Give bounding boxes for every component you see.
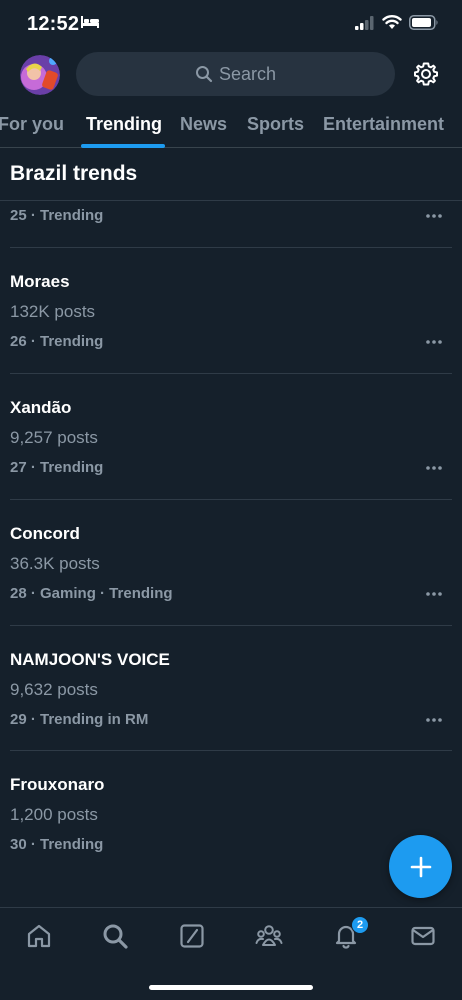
home-icon[interactable] [25,922,53,950]
more-options-icon[interactable] [425,717,443,723]
tab-bar: For you Trending News Sports Entertainme… [0,100,462,148]
tab-sports[interactable]: Sports [247,114,304,135]
messages-envelope-icon[interactable] [409,922,437,950]
avatar[interactable] [20,55,60,95]
trend-post-count: 132K posts [10,302,96,321]
tab-news[interactable]: News [180,114,227,135]
search-icon[interactable] [101,922,129,950]
more-options-icon[interactable] [425,339,443,345]
avatar-image [20,55,60,95]
notifications-badge: 2 [351,916,369,934]
more-options-icon[interactable] [425,213,443,219]
trend-meta: 27 · Trending [10,459,104,476]
communities-icon[interactable] [255,922,283,950]
grok-icon[interactable] [178,922,206,950]
trend-post-count: 1,200 posts [10,805,98,824]
sleep-focus-icon [81,16,99,28]
trend-divider [10,499,452,500]
home-indicator[interactable] [149,985,313,990]
trend-meta: 25 · Trending [10,207,104,224]
cellular-signal-icon [355,16,374,30]
tab-trending[interactable]: Trending [86,114,162,135]
trend-post-count: 9,632 posts [10,680,98,699]
search-placeholder: Search [218,63,277,84]
trend-divider [10,373,452,374]
wifi-icon [382,15,402,29]
more-options-icon[interactable] [425,591,443,597]
trend-title: Moraes [10,272,70,291]
section-divider [0,200,462,201]
battery-icon [409,15,438,30]
more-options-icon[interactable] [425,465,443,471]
status-time: 12:52 [27,13,80,35]
trend-meta: 30 · Trending [10,836,104,853]
trend-title: Xandão [10,398,72,417]
search-icon [195,66,213,83]
trend-meta: 29 · Trending in RM [10,711,149,728]
trend-divider [10,750,452,751]
section-title: Brazil trends [10,162,138,185]
trend-divider [10,625,452,626]
tab-for-you[interactable]: For you [0,114,64,135]
trend-divider [10,247,452,248]
trend-title: Concord [10,524,80,543]
search-input[interactable]: Search [76,52,395,96]
tab-entertainment[interactable]: Entertainment [323,114,444,135]
settings-gear-icon[interactable] [413,61,439,87]
compose-post-button[interactable] [389,835,452,898]
status-bar: 12:52 [0,0,462,50]
trend-title: Frouxonaro [10,775,105,794]
trend-meta: 26 · Trending [10,333,104,350]
trend-title: NAMJOON'S VOICE [10,650,170,669]
trend-post-count: 36.3K posts [10,554,100,573]
active-tab-indicator [81,144,165,148]
trend-meta: 28 · Gaming · Trending [10,585,173,602]
trend-post-count: 9,257 posts [10,428,98,447]
plus-icon [410,856,431,877]
